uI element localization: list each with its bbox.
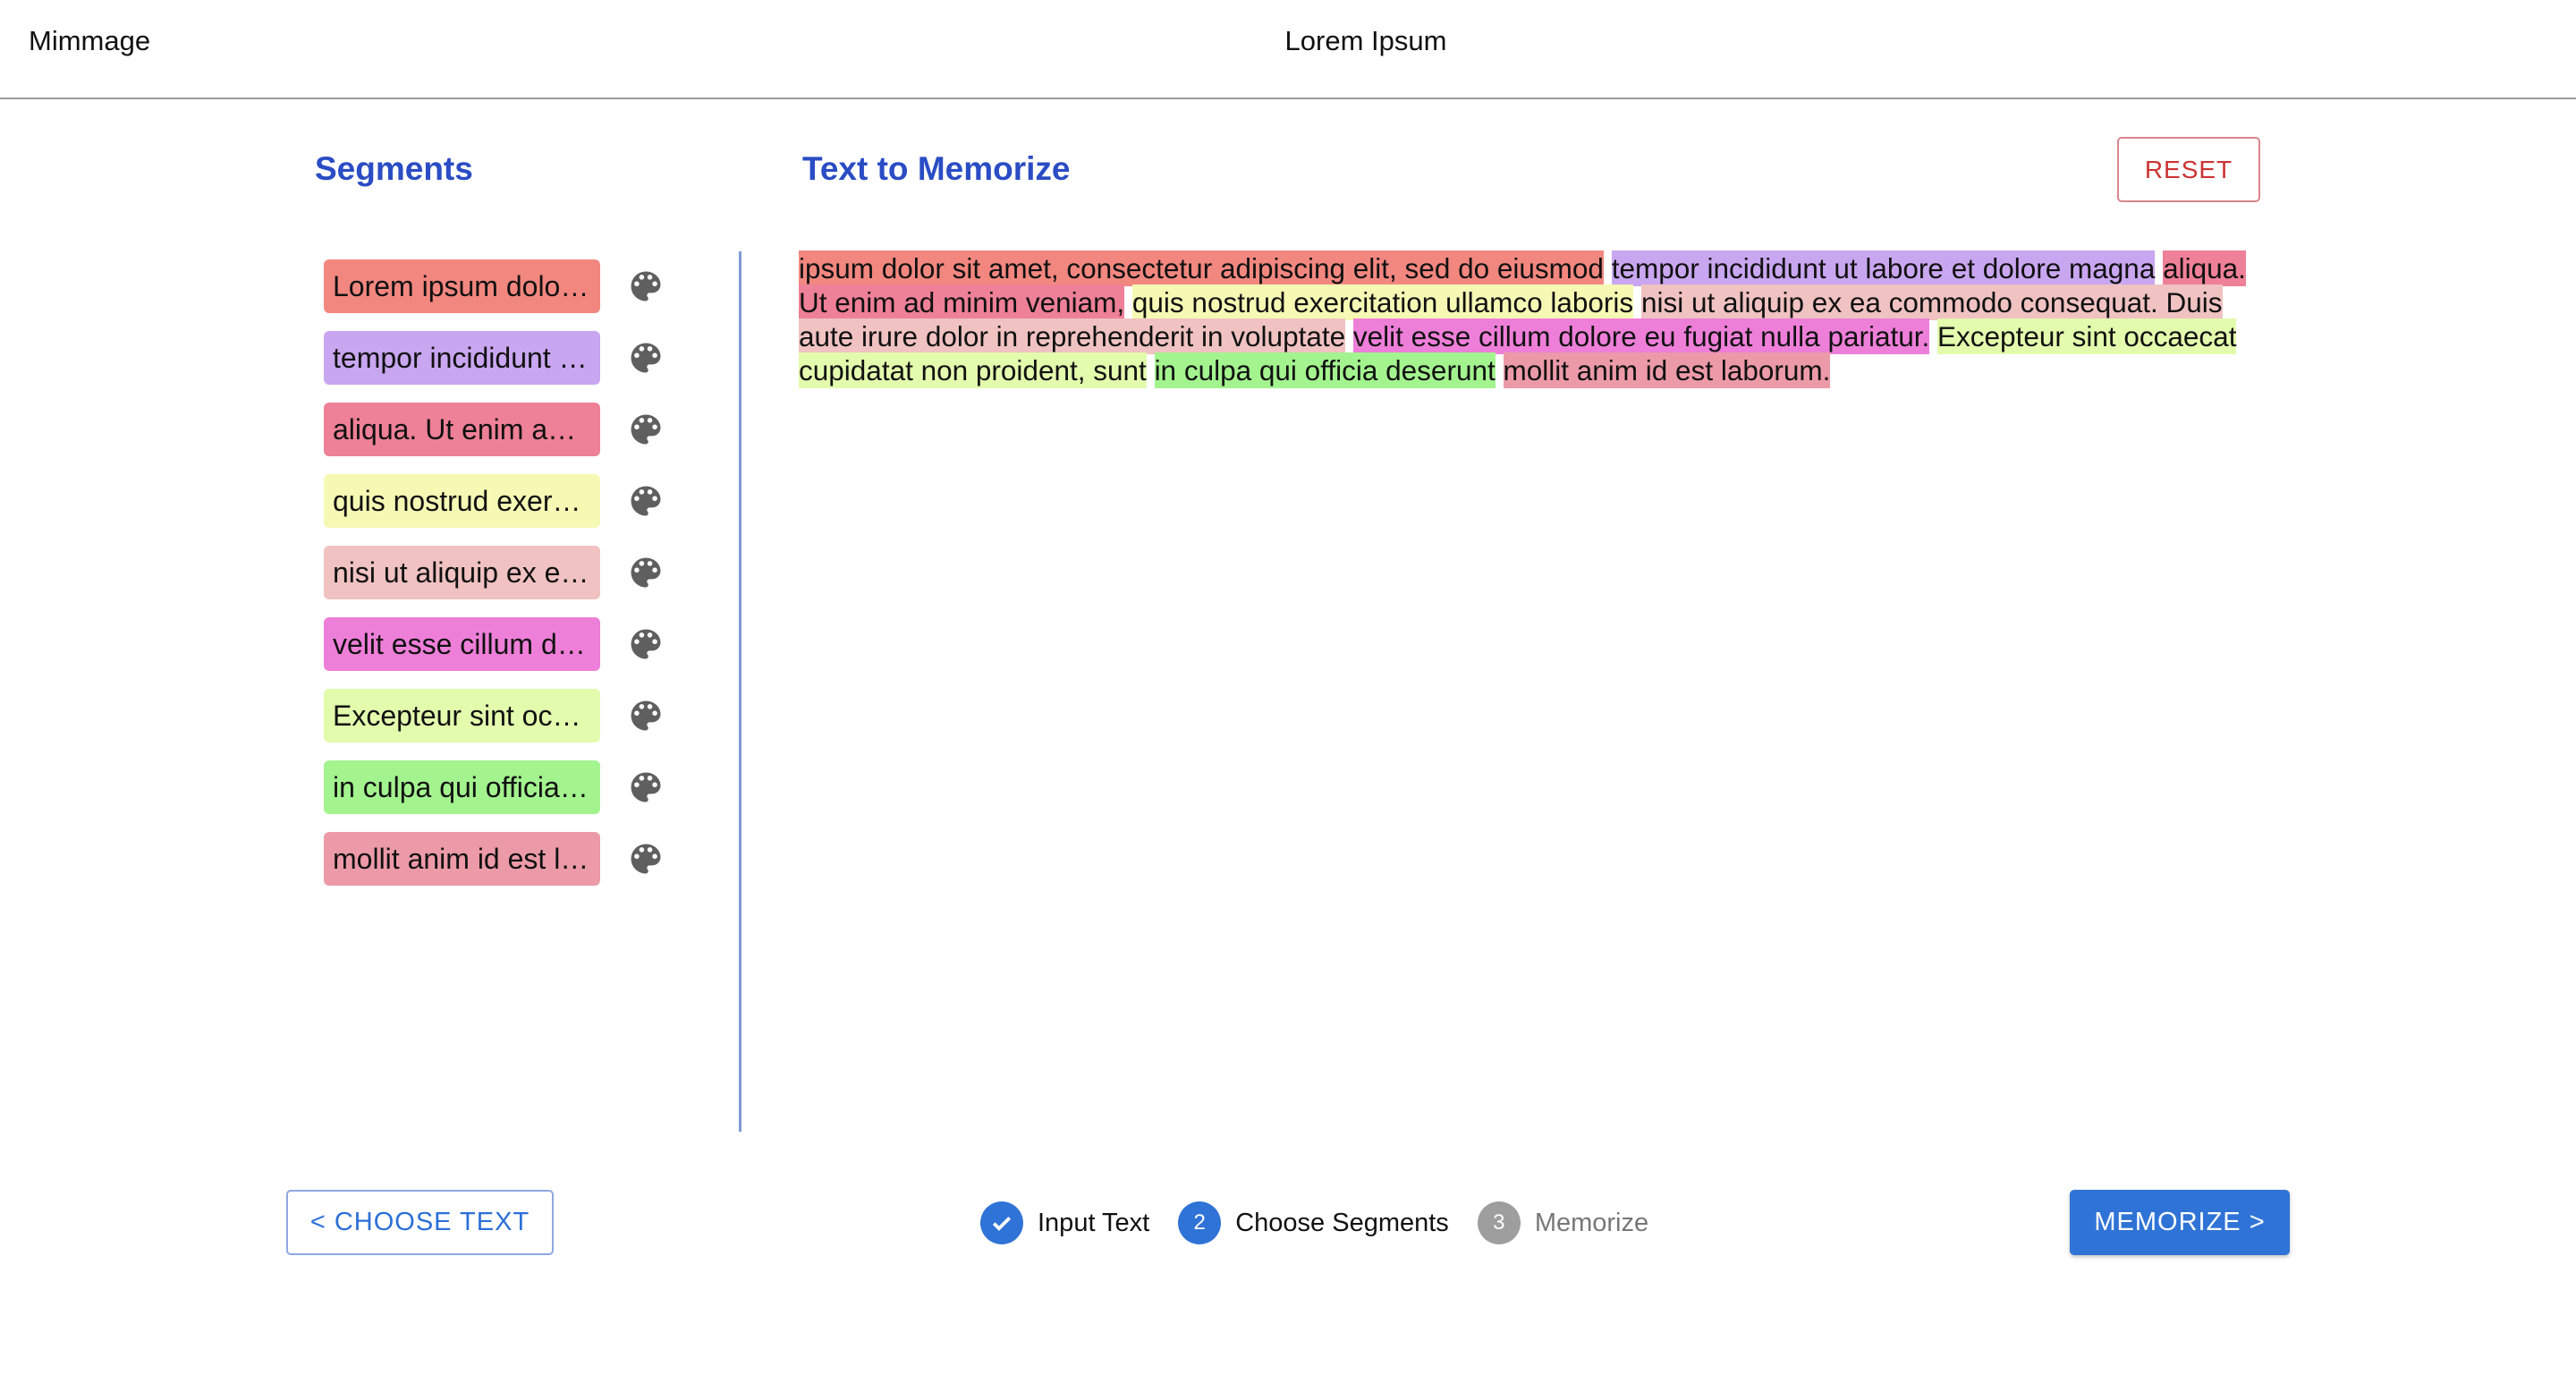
segment-chip[interactable]: quis nostrud exercitation ullamco labori… [324, 474, 600, 528]
segment-list: Lorem ipsum dolor sit amet, consectetur … [324, 259, 682, 904]
palette-icon[interactable] [626, 481, 665, 521]
segment-row: Excepteur sint occaecat cupidatat non pr… [324, 689, 682, 760]
text-segment[interactable]: mollit anim id est laborum. [1503, 352, 1831, 388]
step-1: Input Text [980, 1201, 1149, 1244]
text-segment[interactable]: tempor incididunt ut labore et dolore ma… [1611, 250, 2156, 286]
memorize-button[interactable]: MEMORIZE > [2070, 1190, 2290, 1255]
segment-chip[interactable]: in culpa qui officia deserunt [324, 760, 600, 814]
segment-row: aliqua. Ut enim ad minim veniam, [324, 403, 682, 474]
step-label: Choose Segments [1235, 1208, 1449, 1237]
segment-chip[interactable]: mollit anim id est laborum. [324, 832, 600, 886]
segment-chip[interactable]: velit esse cillum dolore eu fugiat nulla… [324, 617, 600, 671]
step-number: 2 [1178, 1201, 1222, 1244]
segment-row: tempor incididunt ut labore et dolore ma… [324, 331, 682, 403]
progress-stepper: Input Text 2 Choose Segments 3 Memorize [980, 1201, 1677, 1245]
step-number: 3 [1477, 1201, 1521, 1244]
text-segment[interactable]: velit esse cillum dolore eu fugiat nulla… [1352, 318, 1930, 354]
palette-icon[interactable] [626, 553, 665, 592]
app-header: Mimmage Lorem Ipsum [0, 0, 2576, 99]
segments-heading: Segments [315, 150, 473, 187]
choose-text-button[interactable]: < CHOOSE TEXT [286, 1190, 554, 1255]
step-3: 3 Memorize [1477, 1201, 1649, 1244]
segment-row: in culpa qui officia deserunt [324, 760, 682, 832]
segment-chip[interactable]: tempor incididunt ut labore et dolore ma… [324, 331, 600, 385]
document-title: Lorem Ipsum [1284, 25, 1447, 56]
step-2: 2 Choose Segments [1178, 1201, 1449, 1244]
palette-icon[interactable] [626, 338, 665, 378]
palette-icon[interactable] [626, 768, 665, 807]
segment-chip[interactable]: nisi ut aliquip ex ea commodo consequat.… [324, 546, 600, 599]
memorize-text: ipsum dolor sit amet, consectetur adipis… [799, 250, 2248, 388]
segment-row: velit esse cillum dolore eu fugiat nulla… [324, 617, 682, 689]
segment-chip[interactable]: Lorem ipsum dolor sit amet, consectetur … [324, 259, 600, 313]
palette-icon[interactable] [626, 410, 665, 449]
palette-icon[interactable] [626, 267, 665, 306]
segment-row: mollit anim id est laborum. [324, 832, 682, 904]
segment-chip[interactable]: aliqua. Ut enim ad minim veniam, [324, 403, 600, 456]
segment-row: nisi ut aliquip ex ea commodo consequat.… [324, 546, 682, 617]
checkmark-icon [980, 1201, 1023, 1244]
text-segment[interactable]: in culpa qui officia deserunt [1154, 352, 1496, 388]
text-to-memorize-heading: Text to Memorize [802, 150, 1071, 187]
segment-row: Lorem ipsum dolor sit amet, consectetur … [324, 259, 682, 331]
segment-chip[interactable]: Excepteur sint occaecat cupidatat non pr… [324, 689, 600, 743]
palette-icon[interactable] [626, 839, 665, 878]
palette-icon[interactable] [626, 696, 665, 735]
step-label: Input Text [1038, 1208, 1150, 1237]
reset-button[interactable]: RESET [2117, 137, 2260, 202]
panel-divider [739, 251, 741, 1132]
segment-row: quis nostrud exercitation ullamco labori… [324, 474, 682, 546]
text-segment[interactable]: quis nostrud exercitation ullamco labori… [1131, 284, 1634, 320]
step-label: Memorize [1534, 1208, 1649, 1237]
palette-icon[interactable] [626, 624, 665, 664]
text-segment[interactable]: ipsum dolor sit amet, consectetur adipis… [799, 250, 1604, 286]
